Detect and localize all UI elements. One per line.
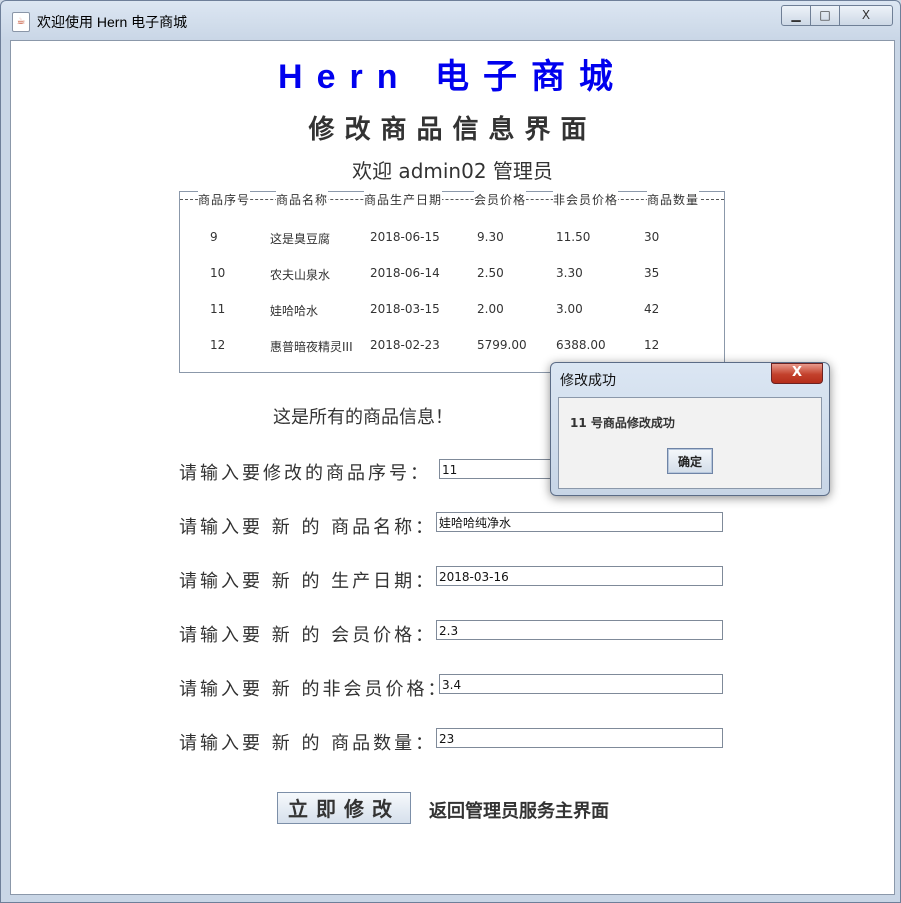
cell-quantity: 42 <box>644 302 660 316</box>
cell-date: 2018-06-14 <box>370 266 440 280</box>
cell-name: 这是臭豆腐 <box>270 232 331 246</box>
cell-nonmember-price: 3.30 <box>556 266 583 280</box>
column-header-id: 商品序号 <box>198 191 251 207</box>
column-header-nonmember-price: 非会员价格 <box>553 191 619 207</box>
cell-id: 12 <box>210 338 226 352</box>
cell-date: 2018-03-15 <box>370 302 440 316</box>
cell-nonmember-price: 3.00 <box>556 302 583 316</box>
java-app-icon: ☕ <box>12 12 30 32</box>
maximize-button[interactable]: □ <box>810 5 840 26</box>
product-id-label: 请输入要修改的商品序号： <box>179 463 431 484</box>
submit-button[interactable]: 立即修改 <box>277 792 411 824</box>
member-price-input[interactable]: 2.3 <box>436 620 723 640</box>
cell-name: 农夫山泉水 <box>270 268 331 282</box>
cell-member-price: 5799.00 <box>477 338 527 352</box>
ok-button[interactable]: 确定 <box>667 448 713 474</box>
dialog-message: 11 号商品修改成功 <box>570 416 675 430</box>
table-row[interactable]: 10 农夫山泉水 2018-06-14 2.50 3.30 35 <box>180 266 724 286</box>
cell-name: 娃哈哈水 <box>270 304 319 318</box>
cell-id: 9 <box>210 230 218 244</box>
nonmember-price-label: 请输入要 新 的非会员价格： <box>179 679 449 700</box>
cell-member-price: 2.00 <box>477 302 504 316</box>
table-row[interactable]: 11 娃哈哈水 2018-03-15 2.00 3.00 42 <box>180 302 724 322</box>
success-dialog: 修改成功 X 11 号商品修改成功 确定 <box>550 362 830 496</box>
quantity-label: 请输入要 新 的 商品数量： <box>179 733 437 754</box>
cell-nonmember-price: 11.50 <box>556 230 591 244</box>
table-row[interactable]: 9 这是臭豆腐 2018-06-15 9.30 11.50 30 <box>180 230 724 250</box>
production-date-label: 请输入要 新 的 生产日期： <box>179 571 437 592</box>
close-button[interactable]: X <box>839 5 893 26</box>
cell-name: 惠普暗夜精灵III <box>270 340 353 354</box>
dialog-body: 11 号商品修改成功 确定 <box>558 397 822 489</box>
cell-nonmember-price: 6388.00 <box>556 338 606 352</box>
product-name-label: 请输入要 新 的 商品名称： <box>179 517 437 538</box>
product-table: 商品序号 商品名称 商品生产日期 会员价格 非会员价格 商品数量 9 这是臭豆腐… <box>179 191 725 373</box>
column-header-date: 商品生产日期 <box>364 191 443 207</box>
cell-quantity: 30 <box>644 230 660 244</box>
column-header-member-price: 会员价格 <box>474 191 527 207</box>
brand-title: Hern 电子商城 <box>278 58 627 96</box>
member-price-label: 请输入要 新 的 会员价格： <box>179 625 437 646</box>
cell-date: 2018-06-15 <box>370 230 440 244</box>
column-header-name: 商品名称 <box>276 191 329 207</box>
dialog-title: 修改成功 <box>560 373 616 389</box>
product-name-input[interactable]: 娃哈哈纯净水 <box>436 512 723 532</box>
title-bar[interactable]: ☕ 欢迎使用 Hern 电子商城 ▁ □ X <box>1 1 900 41</box>
welcome-text: 欢迎 admin02 管理员 <box>352 159 553 183</box>
dialog-close-button[interactable]: X <box>771 363 823 384</box>
column-header-quantity: 商品数量 <box>647 191 700 207</box>
nonmember-price-input[interactable]: 3.4 <box>439 674 723 694</box>
cell-member-price: 9.30 <box>477 230 504 244</box>
cell-id: 11 <box>210 302 226 316</box>
cell-member-price: 2.50 <box>477 266 504 280</box>
cell-date: 2018-02-23 <box>370 338 440 352</box>
cell-quantity: 12 <box>644 338 660 352</box>
quantity-input[interactable]: 23 <box>436 728 723 748</box>
minimize-button[interactable]: ▁ <box>781 5 811 26</box>
production-date-input[interactable]: 2018-03-16 <box>436 566 723 586</box>
cell-id: 10 <box>210 266 226 280</box>
cell-quantity: 35 <box>644 266 660 280</box>
page-title: 修改商品信息界面 <box>308 115 597 145</box>
window-title: 欢迎使用 Hern 电子商城 <box>37 14 188 30</box>
table-row[interactable]: 12 惠普暗夜精灵III 2018-02-23 5799.00 6388.00 … <box>180 338 724 358</box>
back-to-admin-link[interactable]: 返回管理员服务主界面 <box>429 797 609 823</box>
table-header: 商品序号 商品名称 商品生产日期 会员价格 非会员价格 商品数量 <box>180 189 724 207</box>
header-divider <box>180 199 724 200</box>
